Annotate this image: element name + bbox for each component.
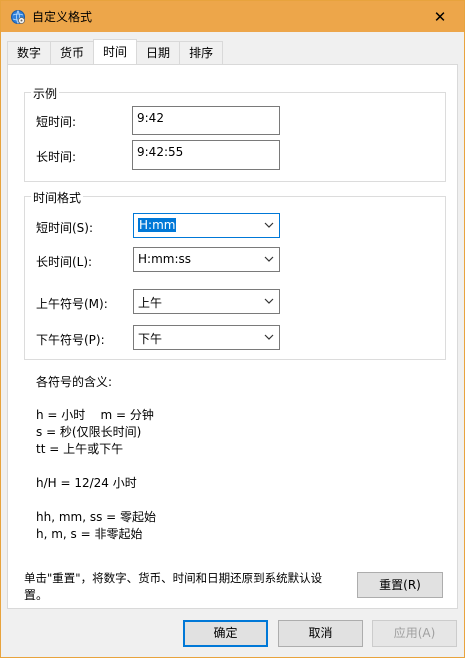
legend-line: hh, mm, ss = 零起始: [36, 510, 157, 524]
globe-gear-icon: [11, 10, 25, 24]
window-title: 自定义格式: [32, 10, 93, 24]
sample-long-value: 9:42:55: [132, 140, 280, 170]
sample-group-title: 示例: [31, 85, 60, 102]
sample-long-label: 长时间:: [36, 150, 77, 164]
am-symbol-value: 上午: [138, 296, 163, 310]
tab-sort[interactable]: 排序: [179, 41, 224, 64]
chevron-down-icon: [264, 298, 274, 304]
tab-currency[interactable]: 货币: [50, 41, 95, 64]
long-time-label: 长时间(L):: [36, 255, 93, 269]
sample-short-label: 短时间:: [36, 115, 77, 129]
sample-group: 示例 短时间: 9:42 长时间: 9:42:55: [24, 85, 446, 182]
legend-line: h = 小时 m = 分钟: [36, 408, 154, 422]
chevron-down-icon: [264, 256, 274, 262]
tab-number[interactable]: 数字: [7, 41, 52, 64]
pm-symbol-select[interactable]: 下午: [133, 325, 280, 350]
title-bar: 自定义格式 ✕: [1, 1, 464, 32]
custom-format-dialog: 自定义格式 ✕ 数字 货币 时间 日期 排序 示例 短时间: 9:42 长时间:…: [0, 0, 465, 658]
close-icon: ✕: [433, 7, 447, 26]
reset-note: 单击"重置"，将数字、货币、时间和日期还原到系统默认设: [24, 571, 323, 585]
long-time-select[interactable]: H:mm:ss: [133, 247, 280, 272]
time-format-group: 时间格式 短时间(S): H:mm 长时间(L): H:mm:ss 上午符号(M…: [24, 189, 446, 360]
legend-line: s = 秒(仅限长时间): [36, 425, 142, 439]
tab-strip: 数字 货币 时间 日期 排序: [7, 39, 224, 64]
tab-time[interactable]: 时间: [93, 39, 138, 64]
legend-heading: 各符号的含义:: [36, 375, 113, 389]
close-button[interactable]: ✕: [422, 4, 458, 29]
short-time-value: H:mm: [138, 218, 177, 232]
sample-short-value: 9:42: [132, 106, 280, 135]
ok-button[interactable]: 确定: [183, 620, 268, 647]
am-symbol-select[interactable]: 上午: [133, 289, 280, 314]
short-time-select[interactable]: H:mm: [133, 213, 280, 238]
legend-line: h, m, s = 非零起始: [36, 527, 143, 541]
tab-date[interactable]: 日期: [136, 41, 181, 64]
pm-symbol-value: 下午: [138, 332, 163, 346]
legend-line: h/H = 12/24 小时: [36, 476, 137, 490]
time-tab-panel: 示例 短时间: 9:42 长时间: 9:42:55 时间格式 短时间(S): H…: [7, 64, 458, 609]
cancel-button[interactable]: 取消: [278, 620, 363, 647]
pm-symbol-label: 下午符号(P):: [36, 333, 105, 347]
chevron-down-icon: [264, 334, 274, 340]
apply-button[interactable]: 应用(A): [372, 620, 457, 647]
chevron-down-icon: [264, 222, 274, 228]
am-symbol-label: 上午符号(M):: [36, 297, 108, 311]
legend-line: tt = 上午或下午: [36, 442, 124, 456]
reset-note-cont: 置。: [24, 588, 49, 602]
reset-button[interactable]: 重置(R): [357, 572, 443, 598]
short-time-label: 短时间(S):: [36, 221, 94, 235]
time-format-group-title: 时间格式: [31, 189, 84, 206]
long-time-value: H:mm:ss: [138, 252, 191, 266]
